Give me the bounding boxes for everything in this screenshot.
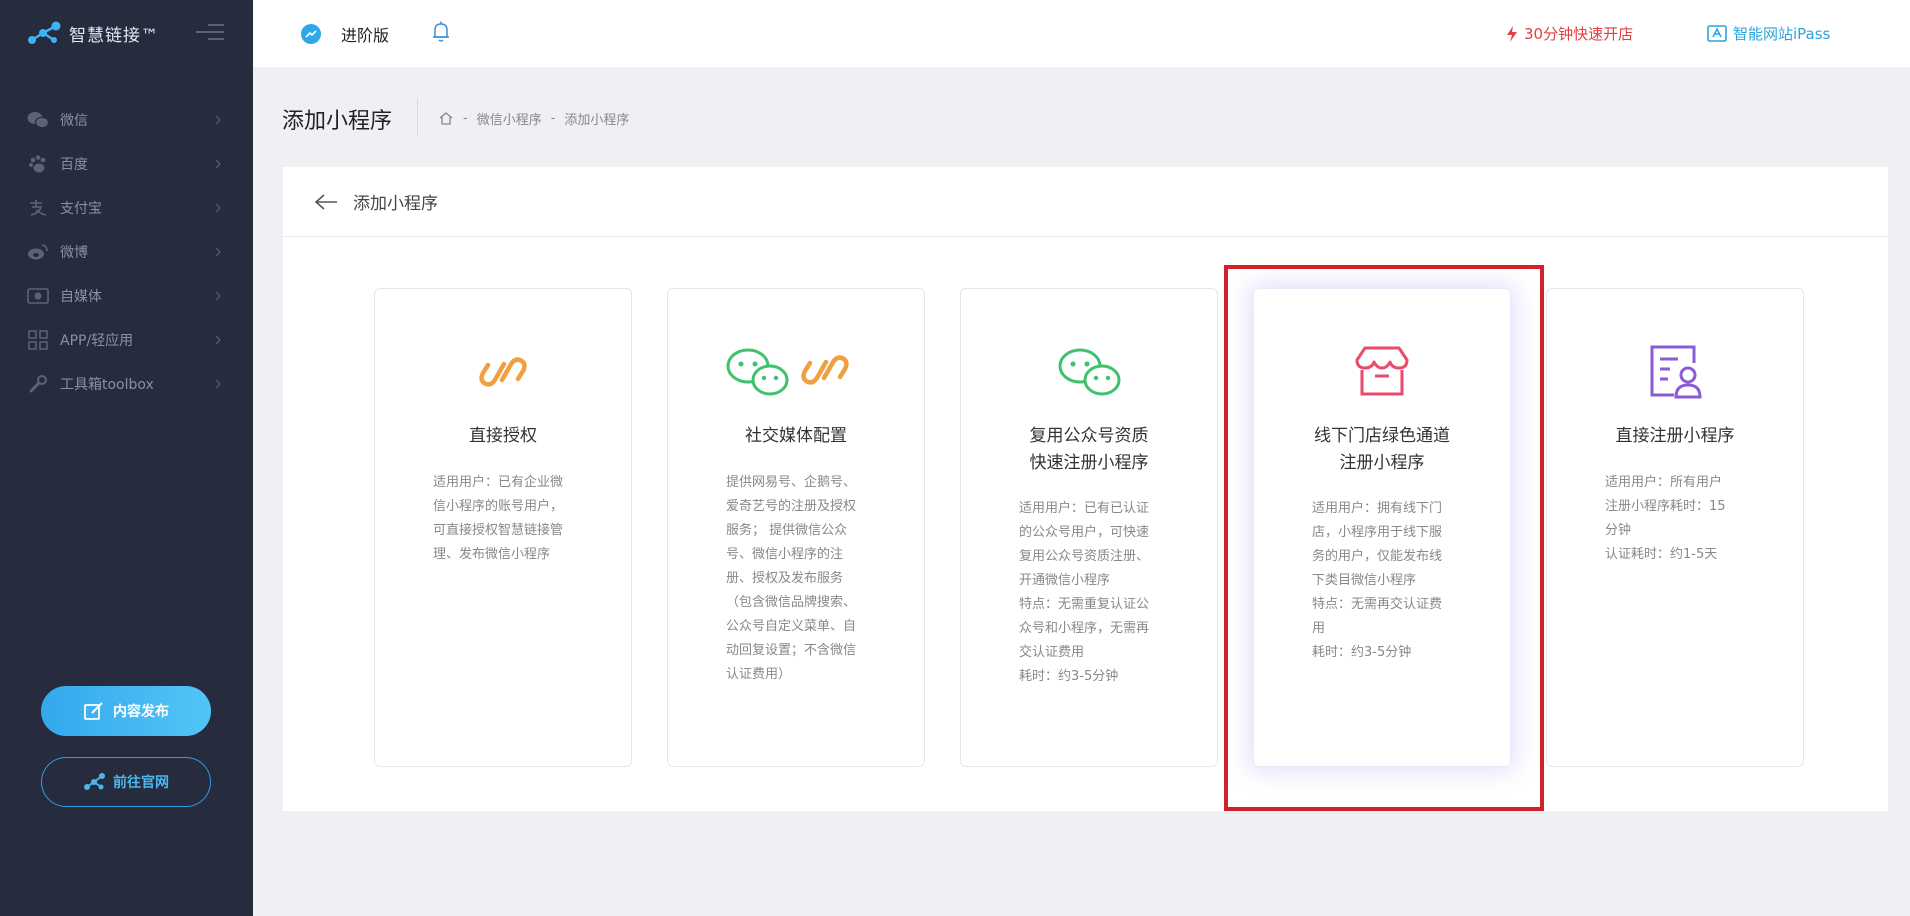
sidebar-item-wechat[interactable]: 微信 <box>0 98 253 142</box>
sidebar-item-label: 微博 <box>60 245 88 261</box>
edition-badge[interactable]: 进阶版 <box>301 22 389 46</box>
breadcrumb-item-current: 添加小程序 <box>564 113 630 128</box>
sidebar-nav: 微信 百度 支付宝 微博 自媒体 APP/轻应用 工具箱toolbox <box>0 98 253 406</box>
sidebar-item-weibo[interactable]: 微博 <box>0 230 253 274</box>
sidebar-item-app[interactable]: APP/轻应用 <box>0 318 253 362</box>
breadcrumb-item[interactable]: 微信小程序 <box>477 109 542 128</box>
chevron-right-icon <box>215 115 221 125</box>
media-icon <box>26 285 50 307</box>
edition-label: 进阶版 <box>341 26 390 45</box>
wrench-icon <box>26 373 50 395</box>
card-description: 适用用户：所有用户 注册小程序耗时：15 分钟 认证耗时：约1-5天 <box>1605 475 1726 562</box>
breadcrumb: - 微信小程序 - 添加小程序 <box>438 109 629 128</box>
sidebar-item-label: 工具箱toolbox <box>60 377 154 393</box>
highlight-box <box>1224 265 1544 811</box>
sidebar: 智慧链接™ 微信 百度 支付宝 微博 自媒体 APP/轻应用 工具箱toolbo… <box>0 0 253 916</box>
card-description: 适用用户：已有企业微 信小程序的账号用户， 可直接授权智慧链接管 理、发布微信小… <box>433 475 564 562</box>
ipass-link[interactable]: 智能网站iPass <box>1707 23 1830 44</box>
ipass-icon <box>1707 25 1727 42</box>
menu-toggle-icon[interactable] <box>196 24 224 44</box>
main-panel: 添加小程序 直接授权 适用用户：已有企业微 信小程序的账号用户， 可直接授权智慧… <box>283 167 1888 811</box>
weibo-icon <box>26 241 50 263</box>
wechat-link-icon <box>726 348 849 396</box>
sidebar-item-label: 支付宝 <box>60 201 102 217</box>
chevron-right-icon <box>215 203 221 213</box>
paw-icon <box>26 153 50 175</box>
publish-content-button[interactable]: 内容发布 <box>41 686 211 736</box>
option-card-social-media[interactable]: 社交媒体配置 提供网易号、企鹅号、 爱奇艺号的注册及授权 服务； 提供微信公众 … <box>667 288 925 767</box>
brand[interactable]: 智慧链接™ <box>27 20 159 46</box>
option-card-reuse-official-account[interactable]: 复用公众号资质 快速注册小程序 适用用户：已有已认证 的公众号用户，可快速 复用… <box>960 288 1218 767</box>
visit-site-button[interactable]: 前往官网 <box>41 757 211 807</box>
publish-label: 内容发布 <box>113 704 169 720</box>
top-header: 进阶版 30分钟快速开店 智能网站iPass <box>253 0 1910 67</box>
card-title: 社交媒体配置 <box>745 426 847 446</box>
ipass-label: 智能网站iPass <box>1733 25 1831 43</box>
sidebar-item-label: 微信 <box>60 113 88 129</box>
option-card-direct-register[interactable]: 直接注册小程序 适用用户：所有用户 注册小程序耗时：15 分钟 认证耗时：约1-… <box>1546 288 1804 767</box>
sidebar-item-label: 百度 <box>60 157 88 173</box>
brand-logo-icon <box>84 773 105 790</box>
wechat-icon <box>26 109 50 131</box>
chevron-right-icon <box>215 159 221 169</box>
card-title: 直接注册小程序 <box>1615 426 1735 446</box>
card-description: 适用用户：已有已认证 的公众号用户，可快速 复用公众号资质注册、 开通微信小程序… <box>1019 501 1150 684</box>
sidebar-item-label: APP/轻应用 <box>60 333 134 349</box>
page-title: 添加小程序 <box>282 109 393 134</box>
sidebar-item-baidu[interactable]: 百度 <box>0 142 253 186</box>
brand-name: 智慧链接™ <box>69 25 159 46</box>
quick-open-label: 30分钟快速开店 <box>1524 25 1634 43</box>
chevron-right-icon <box>215 335 221 345</box>
wechat-icon <box>1058 348 1121 396</box>
card-description: 提供网易号、企鹅号、 爱奇艺号的注册及授权 服务； 提供微信公众 号、微信小程序… <box>726 475 857 682</box>
link-icon <box>479 357 527 387</box>
register-icon <box>1650 345 1702 399</box>
card-title: 复用公众号资质 快速注册小程序 <box>1029 426 1149 473</box>
chevron-right-icon <box>215 291 221 301</box>
quick-open-store-link[interactable]: 30分钟快速开店 <box>1505 23 1633 44</box>
brand-logo-icon <box>28 21 61 44</box>
sidebar-item-alipay[interactable]: 支付宝 <box>0 186 253 230</box>
edit-icon <box>84 702 103 720</box>
visit-site-label: 前往官网 <box>113 775 169 791</box>
home-icon[interactable] <box>438 111 454 126</box>
card-title: 直接授权 <box>469 426 537 446</box>
chevron-right-icon <box>215 247 221 257</box>
panel-title: 添加小程序 <box>353 194 438 214</box>
chevron-right-icon <box>215 379 221 389</box>
panel-header: 添加小程序 <box>283 167 1888 237</box>
back-arrow-icon[interactable] <box>313 192 339 212</box>
alipay-icon <box>26 197 50 219</box>
sidebar-item-toolbox[interactable]: 工具箱toolbox <box>0 362 253 406</box>
sidebar-item-label: 自媒体 <box>60 289 102 305</box>
option-card-direct-authorize[interactable]: 直接授权 适用用户：已有企业微 信小程序的账号用户， 可直接授权智慧链接管 理、… <box>374 288 632 767</box>
bell-icon[interactable] <box>430 20 452 44</box>
title-divider <box>417 98 418 136</box>
sidebar-item-media[interactable]: 自媒体 <box>0 274 253 318</box>
lightning-icon <box>1507 25 1517 42</box>
app-grid-icon <box>26 329 50 351</box>
trend-icon <box>301 24 321 44</box>
